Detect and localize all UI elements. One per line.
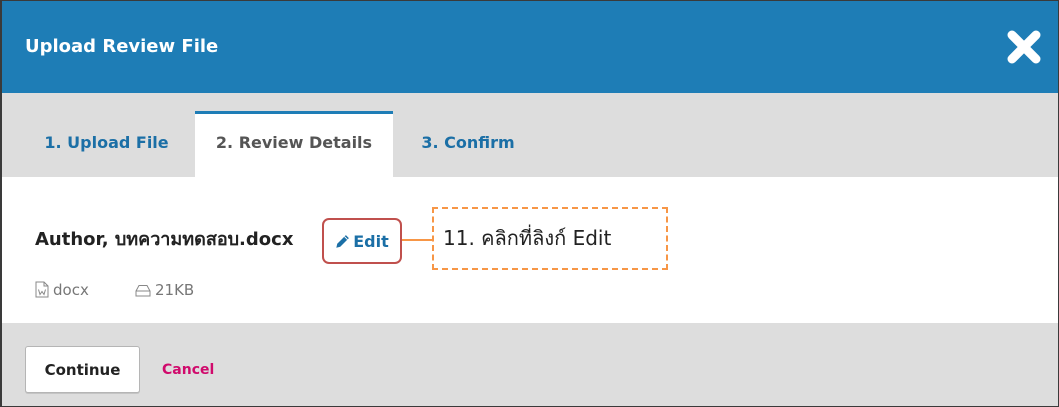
file-size: 21KB <box>155 281 195 299</box>
tab-label: 2. Review Details <box>215 133 373 152</box>
pencil-icon <box>336 234 350 248</box>
continue-button[interactable]: Continue <box>25 346 140 393</box>
dialog-footer: Continue Cancel <box>0 323 1059 407</box>
edit-link-label: Edit <box>353 231 389 251</box>
upload-review-file-dialog: Upload Review File 1. Upload File 2. Rev… <box>0 0 1059 407</box>
step-tabs: 1. Upload File 2. Review Details 3. Conf… <box>0 93 1059 177</box>
dialog-title: Upload Review File <box>25 36 219 57</box>
annotation-callout-text: 11. คลิกที่ลิงก์ Edit <box>443 226 612 250</box>
edit-link[interactable]: Edit <box>324 220 400 262</box>
tab-review-details[interactable]: 2. Review Details <box>195 111 393 177</box>
annotation-callout: 11. คลิกที่ลิงก์ Edit <box>432 207 668 270</box>
dialog-header: Upload Review File <box>0 0 1059 93</box>
tab-label: 3. Confirm <box>421 133 515 152</box>
annotation-connector-line <box>402 239 432 241</box>
tab-upload-file[interactable]: 1. Upload File <box>25 111 188 177</box>
tab-confirm[interactable]: 3. Confirm <box>400 111 536 177</box>
file-name: Author, บทความทดสอบ.docx <box>35 229 294 250</box>
file-type: docx <box>53 281 89 299</box>
word-document-icon <box>35 281 49 298</box>
close-icon[interactable] <box>1005 28 1043 66</box>
file-details-panel: Author, บทความทดสอบ.docx Edit 11. คลิกที… <box>0 177 1059 323</box>
cancel-link[interactable]: Cancel <box>162 359 214 381</box>
annotation-highlight-box: Edit <box>322 218 402 264</box>
hard-drive-icon <box>135 285 151 297</box>
tab-label: 1. Upload File <box>44 133 169 152</box>
